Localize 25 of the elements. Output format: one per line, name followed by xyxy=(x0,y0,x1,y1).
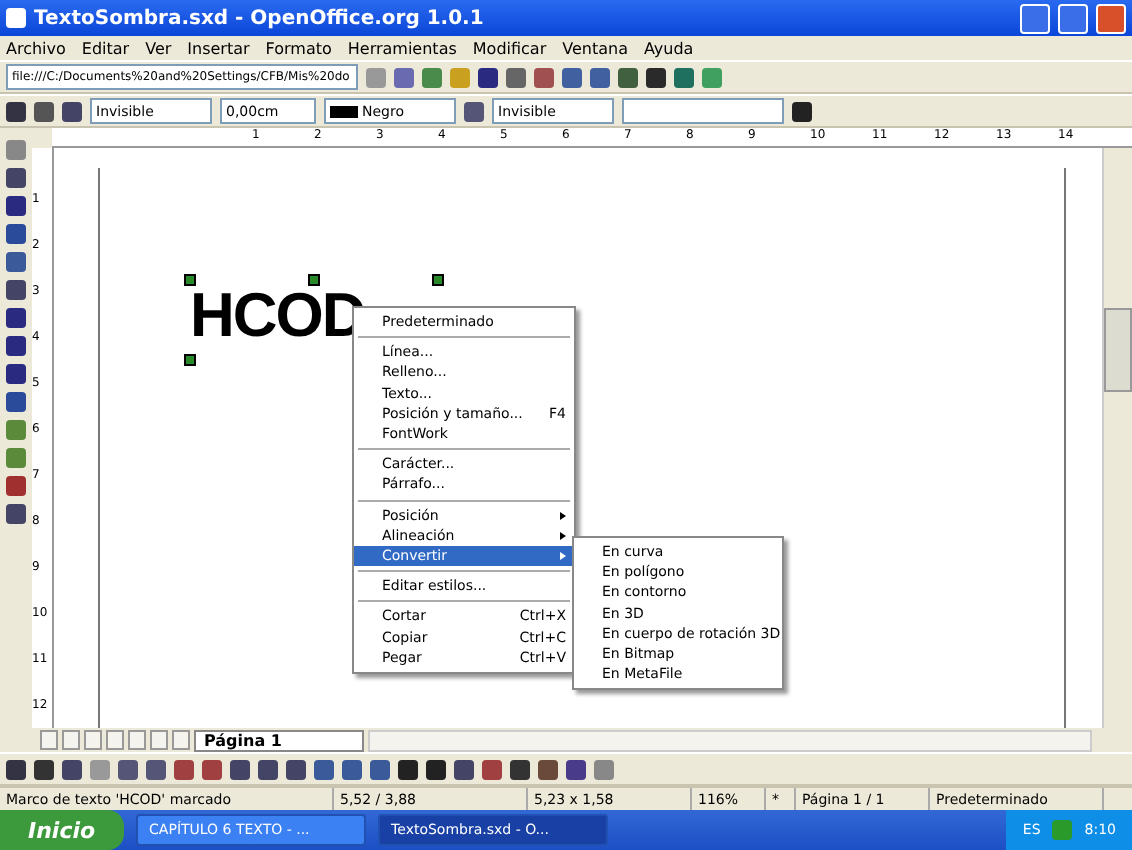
selection-handle[interactable] xyxy=(184,354,196,366)
menu-item[interactable]: Ventana xyxy=(562,39,628,57)
selection-handle[interactable] xyxy=(432,274,444,286)
toolbar-icon[interactable] xyxy=(792,101,812,121)
vertical-scrollbar[interactable] xyxy=(1102,148,1132,728)
minimize-button[interactable] xyxy=(1020,3,1050,33)
area-fill-field[interactable] xyxy=(622,98,784,124)
color-swatch xyxy=(330,105,358,117)
selection-handle[interactable] xyxy=(184,274,196,286)
menu-item[interactable]: Editar xyxy=(81,39,130,57)
menu-item[interactable]: Modificar xyxy=(472,39,547,57)
maximize-button[interactable] xyxy=(1058,3,1088,33)
menu-item[interactable]: Archivo xyxy=(6,39,66,57)
menu-item[interactable]: Insertar xyxy=(187,39,250,57)
menu-item[interactable]: Ver xyxy=(145,39,172,57)
selection-handle[interactable] xyxy=(308,274,320,286)
close-button[interactable] xyxy=(1096,3,1126,33)
menu-item[interactable]: Ayuda xyxy=(643,39,694,57)
start-button[interactable]: Inicio xyxy=(0,810,124,850)
page-tab[interactable]: Página 1 xyxy=(194,729,364,751)
app-icon xyxy=(6,8,26,28)
title-bar: TextoSombra.sxd - OpenOffice.org 1.0.1 xyxy=(0,0,1132,36)
menu-item[interactable]: Formato xyxy=(265,39,332,57)
menu-item[interactable]: Herramientas xyxy=(347,39,457,57)
horizontal-scrollbar[interactable] xyxy=(367,729,1092,751)
